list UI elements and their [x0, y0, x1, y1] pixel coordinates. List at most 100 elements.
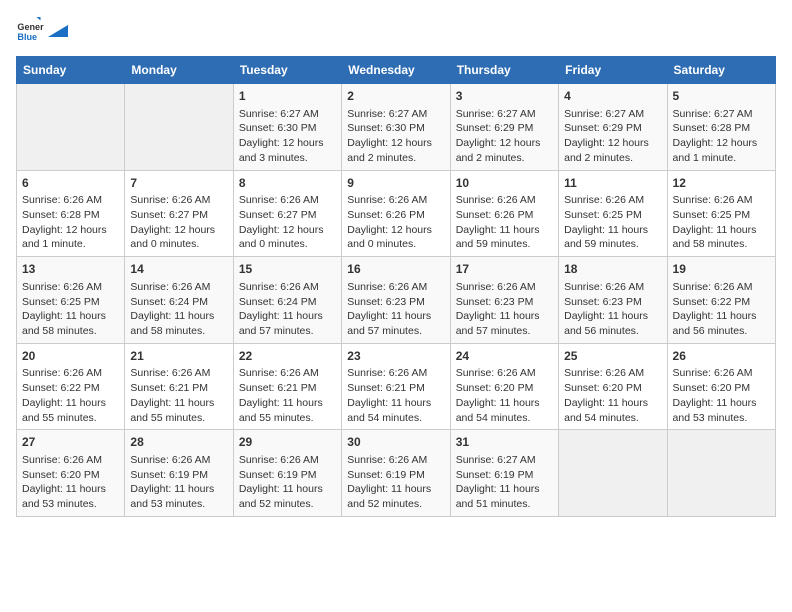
- day-number: 9: [347, 175, 444, 192]
- calendar-cell: [559, 430, 667, 517]
- week-row-1: 1 Sunrise: 6:27 AMSunset: 6:30 PMDaylight…: [17, 84, 776, 171]
- day-number: 24: [456, 348, 553, 365]
- day-info: Sunrise: 6:26 AMSunset: 6:20 PMDaylight:…: [564, 366, 661, 425]
- calendar-cell: 28Sunrise: 6:26 AMSunset: 6:19 PMDayligh…: [125, 430, 233, 517]
- calendar-cell: 17 Sunrise: 6:26 AMSunset: 6:23 PMDayligh…: [450, 257, 558, 344]
- day-number: 17: [456, 261, 553, 278]
- day-info: Sunrise: 6:26 AMSunset: 6:25 PMDaylight:…: [22, 280, 119, 339]
- day-info: Sunrise: 6:26 AMSunset: 6:21 PMDaylight:…: [130, 366, 227, 425]
- day-info: Sunrise: 6:26 AMSunset: 6:23 PMDaylight:…: [456, 280, 553, 339]
- day-info: Sunrise: 6:26 AMSunset: 6:21 PMDaylight:…: [347, 366, 444, 425]
- week-row-2: 6Sunrise: 6:26 AMSunset: 6:28 PMDaylight…: [17, 170, 776, 257]
- day-number: 21: [130, 348, 227, 365]
- calendar-cell: [667, 430, 775, 517]
- day-info: Sunrise: 6:26 AMSunset: 6:20 PMDaylight:…: [456, 366, 553, 425]
- day-number: 4: [564, 88, 661, 105]
- day-number: 14: [130, 261, 227, 278]
- calendar-cell: 4 Sunrise: 6:27 AMSunset: 6:29 PMDaylight…: [559, 84, 667, 171]
- day-number: 22: [239, 348, 336, 365]
- calendar-cell: 12Sunrise: 6:26 AMSunset: 6:25 PMDayligh…: [667, 170, 775, 257]
- header-saturday: Saturday: [667, 57, 775, 84]
- day-number: 12: [673, 175, 770, 192]
- calendar-cell: 11Sunrise: 6:26 AMSunset: 6:25 PMDayligh…: [559, 170, 667, 257]
- day-number: 1: [239, 88, 336, 105]
- day-info: Sunrise: 6:26 AMSunset: 6:26 PMDaylight:…: [347, 193, 444, 252]
- day-info: Sunrise: 6:26 AMSunset: 6:19 PMDaylight:…: [347, 453, 444, 512]
- header-monday: Monday: [125, 57, 233, 84]
- day-number: 28: [130, 434, 227, 451]
- day-info: Sunrise: 6:27 AMSunset: 6:30 PMDaylight:…: [239, 107, 336, 166]
- calendar-cell: 19 Sunrise: 6:26 AMSunset: 6:22 PMDayligh…: [667, 257, 775, 344]
- day-number: 19: [673, 261, 770, 278]
- header-friday: Friday: [559, 57, 667, 84]
- day-info: Sunrise: 6:26 AMSunset: 6:21 PMDaylight:…: [239, 366, 336, 425]
- calendar-cell: 26Sunrise: 6:26 AMSunset: 6:20 PMDayligh…: [667, 343, 775, 430]
- calendar-cell: 6Sunrise: 6:26 AMSunset: 6:28 PMDaylight…: [17, 170, 125, 257]
- day-number: 6: [22, 175, 119, 192]
- calendar-cell: 30Sunrise: 6:26 AMSunset: 6:19 PMDayligh…: [342, 430, 450, 517]
- day-number: 27: [22, 434, 119, 451]
- calendar-cell: [125, 84, 233, 171]
- day-number: 16: [347, 261, 444, 278]
- day-number: 3: [456, 88, 553, 105]
- header-wednesday: Wednesday: [342, 57, 450, 84]
- day-number: 18: [564, 261, 661, 278]
- day-number: 7: [130, 175, 227, 192]
- calendar-cell: 15 Sunrise: 6:26 AMSunset: 6:24 PMDayligh…: [233, 257, 341, 344]
- week-row-5: 27Sunrise: 6:26 AMSunset: 6:20 PMDayligh…: [17, 430, 776, 517]
- week-row-4: 20Sunrise: 6:26 AMSunset: 6:22 PMDayligh…: [17, 343, 776, 430]
- calendar-cell: 5 Sunrise: 6:27 AMSunset: 6:28 PMDaylight…: [667, 84, 775, 171]
- logo-icon: General Blue: [16, 16, 44, 44]
- calendar-cell: 22Sunrise: 6:26 AMSunset: 6:21 PMDayligh…: [233, 343, 341, 430]
- day-number: 5: [673, 88, 770, 105]
- day-info: Sunrise: 6:26 AMSunset: 6:22 PMDaylight:…: [673, 280, 770, 339]
- day-number: 11: [564, 175, 661, 192]
- day-info: Sunrise: 6:26 AMSunset: 6:27 PMDaylight:…: [130, 193, 227, 252]
- week-row-3: 13 Sunrise: 6:26 AMSunset: 6:25 PMDayligh…: [17, 257, 776, 344]
- svg-text:Blue: Blue: [17, 32, 37, 42]
- calendar-cell: 29 Sunrise: 6:26 AMSunset: 6:19 PMDayligh…: [233, 430, 341, 517]
- day-number: 8: [239, 175, 336, 192]
- day-number: 20: [22, 348, 119, 365]
- calendar-header: SundayMondayTuesdayWednesdayThursdayFrid…: [17, 57, 776, 84]
- calendar-cell: 14 Sunrise: 6:26 AMSunset: 6:24 PMDayligh…: [125, 257, 233, 344]
- day-info: Sunrise: 6:26 AMSunset: 6:23 PMDaylight:…: [564, 280, 661, 339]
- calendar-cell: 10Sunrise: 6:26 AMSunset: 6:26 PMDayligh…: [450, 170, 558, 257]
- day-number: 23: [347, 348, 444, 365]
- header-row: SundayMondayTuesdayWednesdayThursdayFrid…: [17, 57, 776, 84]
- header-sunday: Sunday: [17, 57, 125, 84]
- day-info: Sunrise: 6:26 AMSunset: 6:19 PMDaylight:…: [239, 453, 336, 512]
- calendar-cell: 27Sunrise: 6:26 AMSunset: 6:20 PMDayligh…: [17, 430, 125, 517]
- logo-triangle-icon: [48, 15, 68, 37]
- calendar-cell: 23Sunrise: 6:26 AMSunset: 6:21 PMDayligh…: [342, 343, 450, 430]
- day-info: Sunrise: 6:26 AMSunset: 6:25 PMDaylight:…: [673, 193, 770, 252]
- day-number: 15: [239, 261, 336, 278]
- day-info: Sunrise: 6:27 AMSunset: 6:28 PMDaylight:…: [673, 107, 770, 166]
- day-info: Sunrise: 6:26 AMSunset: 6:28 PMDaylight:…: [22, 193, 119, 252]
- calendar-cell: 31Sunrise: 6:27 AMSunset: 6:19 PMDayligh…: [450, 430, 558, 517]
- day-info: Sunrise: 6:26 AMSunset: 6:20 PMDaylight:…: [673, 366, 770, 425]
- calendar-cell: 20Sunrise: 6:26 AMSunset: 6:22 PMDayligh…: [17, 343, 125, 430]
- day-info: Sunrise: 6:26 AMSunset: 6:22 PMDaylight:…: [22, 366, 119, 425]
- calendar-cell: 2 Sunrise: 6:27 AMSunset: 6:30 PMDaylight…: [342, 84, 450, 171]
- day-number: 2: [347, 88, 444, 105]
- day-info: Sunrise: 6:26 AMSunset: 6:24 PMDaylight:…: [239, 280, 336, 339]
- day-info: Sunrise: 6:26 AMSunset: 6:24 PMDaylight:…: [130, 280, 227, 339]
- calendar-cell: 16 Sunrise: 6:26 AMSunset: 6:23 PMDayligh…: [342, 257, 450, 344]
- day-number: 26: [673, 348, 770, 365]
- calendar-cell: 1 Sunrise: 6:27 AMSunset: 6:30 PMDaylight…: [233, 84, 341, 171]
- day-info: Sunrise: 6:27 AMSunset: 6:29 PMDaylight:…: [564, 107, 661, 166]
- svg-text:General: General: [17, 22, 44, 32]
- day-info: Sunrise: 6:27 AMSunset: 6:30 PMDaylight:…: [347, 107, 444, 166]
- calendar-cell: 25Sunrise: 6:26 AMSunset: 6:20 PMDayligh…: [559, 343, 667, 430]
- day-number: 13: [22, 261, 119, 278]
- day-info: Sunrise: 6:26 AMSunset: 6:27 PMDaylight:…: [239, 193, 336, 252]
- calendar-cell: 3Sunrise: 6:27 AMSunset: 6:29 PMDaylight…: [450, 84, 558, 171]
- day-number: 25: [564, 348, 661, 365]
- day-info: Sunrise: 6:26 AMSunset: 6:23 PMDaylight:…: [347, 280, 444, 339]
- calendar-cell: 13 Sunrise: 6:26 AMSunset: 6:25 PMDayligh…: [17, 257, 125, 344]
- day-number: 29: [239, 434, 336, 451]
- calendar-cell: 24Sunrise: 6:26 AMSunset: 6:20 PMDayligh…: [450, 343, 558, 430]
- day-info: Sunrise: 6:26 AMSunset: 6:26 PMDaylight:…: [456, 193, 553, 252]
- calendar-cell: 18 Sunrise: 6:26 AMSunset: 6:23 PMDayligh…: [559, 257, 667, 344]
